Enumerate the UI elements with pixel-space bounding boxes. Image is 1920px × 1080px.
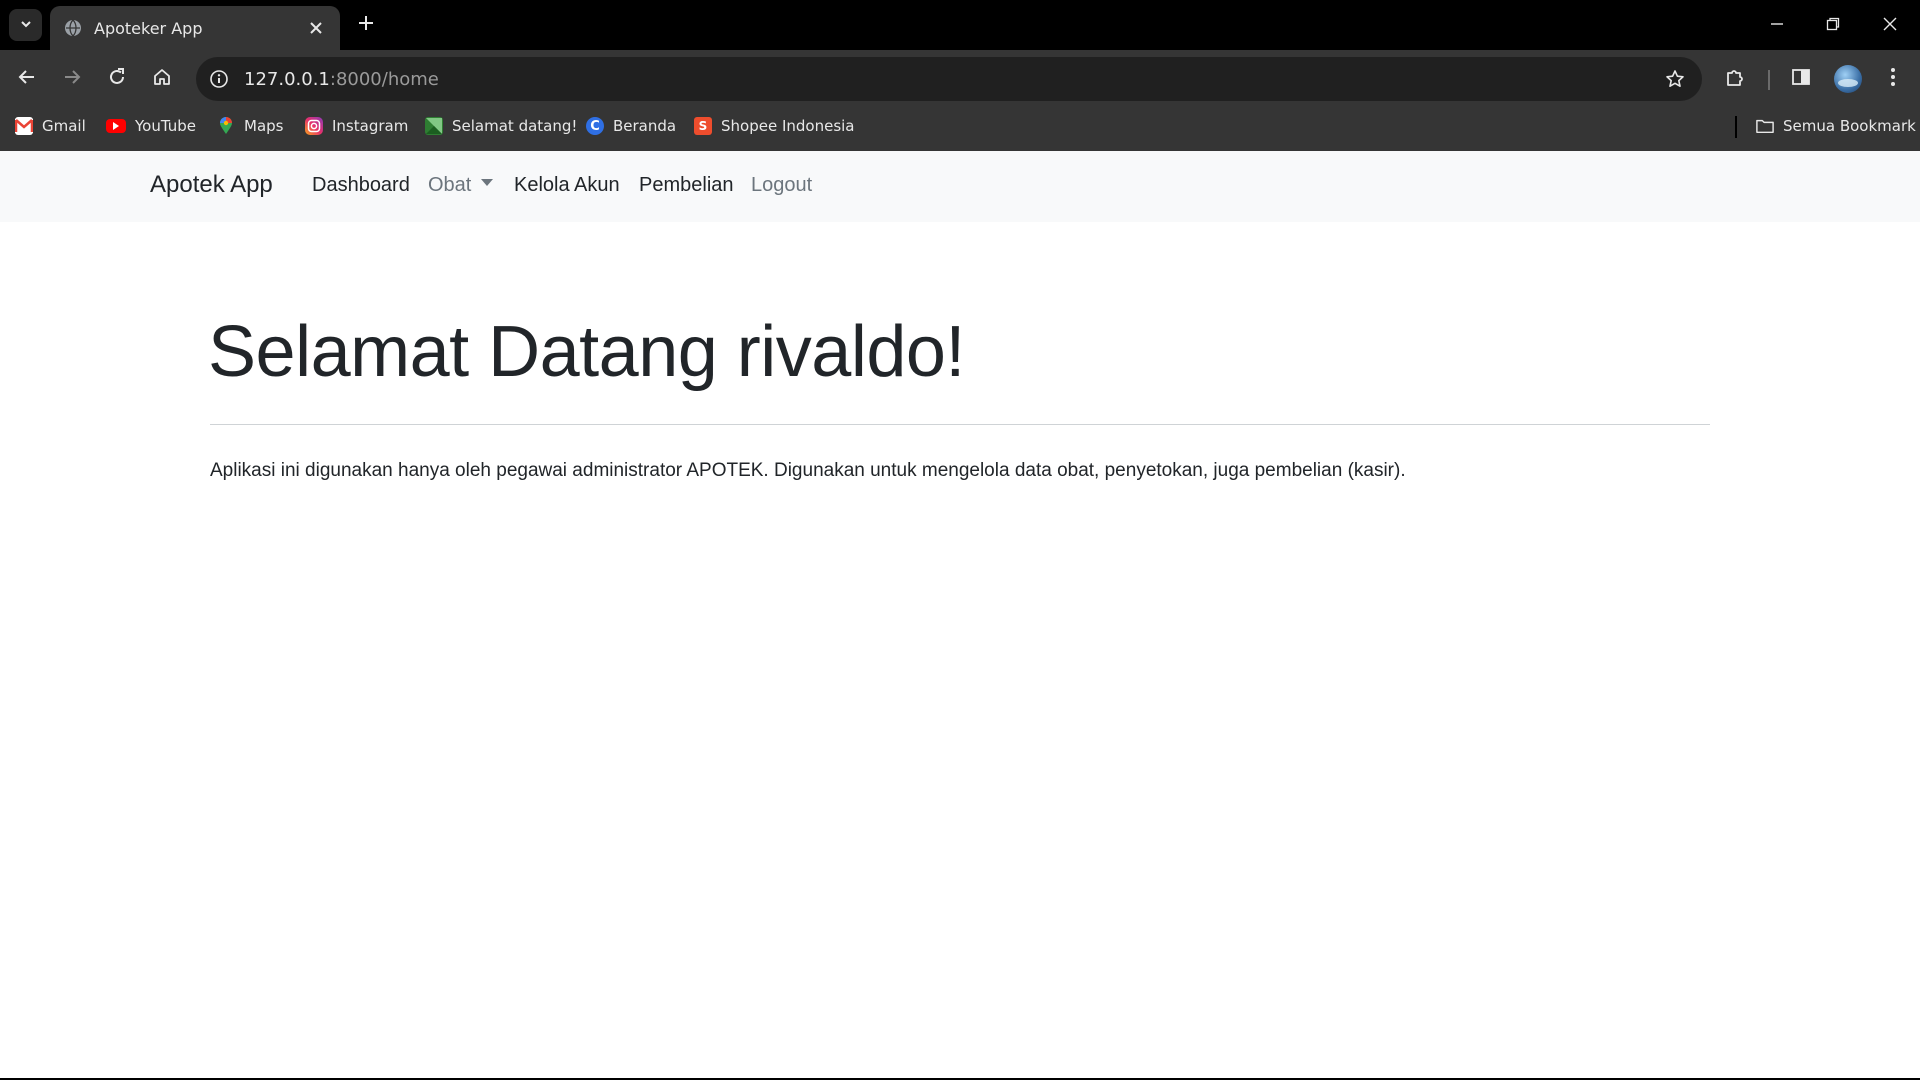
- globe-icon: [64, 19, 82, 37]
- back-button[interactable]: [12, 64, 42, 94]
- arrow-left-icon: [17, 67, 37, 91]
- instagram-icon: [305, 117, 323, 135]
- nav-link-pembelian[interactable]: Pembelian: [639, 174, 734, 197]
- url-text: 127.0.0.1:8000/home: [244, 69, 439, 90]
- url-path: :8000/home: [329, 68, 439, 90]
- bookmark-label: YouTube: [135, 117, 196, 135]
- all-bookmarks-button[interactable]: Semua Bookmark: [1756, 108, 1916, 144]
- restore-icon: [1826, 16, 1840, 35]
- bookmark-label: Selamat datang!: [452, 117, 578, 135]
- bookmark-youtube[interactable]: YouTube: [106, 108, 196, 144]
- web-page: Apotek App Dashboard Obat Kelola Akun Pe…: [0, 151, 1920, 1078]
- forward-button[interactable]: [57, 64, 87, 94]
- gmail-icon: [15, 117, 33, 135]
- nav-dropdown-obat[interactable]: Obat: [428, 174, 494, 197]
- puzzle-icon: [1724, 66, 1746, 92]
- flag-icon: [425, 117, 443, 135]
- tab-strip: Apoteker App: [0, 0, 1920, 50]
- more-vertical-icon: [1890, 67, 1896, 91]
- bookmark-label: Gmail: [42, 117, 86, 135]
- bookmark-selamat-datang[interactable]: Selamat datang!: [425, 108, 577, 144]
- browser-toolbar: 127.0.0.1:8000/home: [0, 50, 1920, 108]
- bookmark-star-icon[interactable]: [1662, 66, 1688, 92]
- reload-icon: [107, 67, 127, 91]
- nav-link-kelola-akun[interactable]: Kelola Akun: [514, 174, 620, 197]
- bookmarks-separator: [1735, 116, 1737, 138]
- maps-icon: [217, 117, 235, 135]
- divider: [210, 424, 1710, 425]
- bookmark-beranda[interactable]: C Beranda: [586, 108, 676, 144]
- new-tab-button[interactable]: [352, 11, 380, 39]
- c-logo-icon: C: [586, 117, 604, 135]
- bookmark-label: Beranda: [613, 117, 677, 135]
- menu-button[interactable]: [1878, 64, 1908, 94]
- folder-icon: [1756, 117, 1774, 135]
- address-bar[interactable]: 127.0.0.1:8000/home: [196, 57, 1702, 101]
- caret-down-icon: [481, 179, 494, 187]
- shopee-icon: S: [694, 117, 712, 135]
- all-bookmarks-label: Semua Bookmark: [1783, 117, 1916, 135]
- chevron-down-icon: [19, 16, 33, 35]
- minimize-icon: [1770, 16, 1784, 35]
- side-panel-icon: [1791, 67, 1811, 91]
- minimize-button[interactable]: [1749, 0, 1805, 50]
- restore-button[interactable]: [1805, 0, 1861, 50]
- nav-link-dashboard[interactable]: Dashboard: [312, 174, 410, 197]
- bookmark-shopee[interactable]: S Shopee Indonesia: [694, 108, 855, 144]
- bookmark-label: Maps: [244, 117, 284, 135]
- close-tab-icon[interactable]: [304, 16, 328, 40]
- bookmark-maps[interactable]: Maps: [217, 108, 283, 144]
- info-icon[interactable]: [206, 66, 232, 92]
- arrow-right-icon: [62, 67, 82, 91]
- nav-link-logout[interactable]: Logout: [751, 174, 812, 197]
- youtube-icon: [106, 119, 126, 133]
- url-host: 127.0.0.1: [244, 68, 330, 90]
- bookmark-label: Instagram: [332, 117, 409, 135]
- close-icon: [1883, 16, 1897, 35]
- navbar-brand[interactable]: Apotek App: [150, 171, 273, 199]
- tab-search-button[interactable]: [9, 9, 42, 41]
- close-window-button[interactable]: [1862, 0, 1918, 50]
- active-tab[interactable]: Apoteker App: [50, 6, 340, 50]
- app-navbar: Apotek App Dashboard Obat Kelola Akun Pe…: [0, 151, 1920, 222]
- description-text: Aplikasi ini digunakan hanya oleh pegawa…: [210, 460, 1406, 481]
- bookmark-instagram[interactable]: Instagram: [305, 108, 408, 144]
- nav-link-obat-label: Obat: [428, 174, 472, 196]
- bookmarks-bar: Gmail YouTube Maps Instagram Selamat dat…: [0, 108, 1920, 151]
- toolbar-divider: [1768, 70, 1770, 90]
- extensions-button[interactable]: [1720, 64, 1750, 94]
- reload-button[interactable]: [102, 64, 132, 94]
- home-button[interactable]: [147, 64, 177, 94]
- plus-icon: [358, 15, 374, 35]
- profile-avatar[interactable]: [1834, 65, 1862, 93]
- bookmark-label: Shopee Indonesia: [721, 117, 855, 135]
- bookmark-gmail[interactable]: Gmail: [15, 108, 86, 144]
- page-title: Selamat Datang rivaldo!: [208, 312, 965, 392]
- home-icon: [152, 67, 172, 91]
- side-panel-button[interactable]: [1786, 64, 1816, 94]
- tab-title: Apoteker App: [94, 18, 203, 38]
